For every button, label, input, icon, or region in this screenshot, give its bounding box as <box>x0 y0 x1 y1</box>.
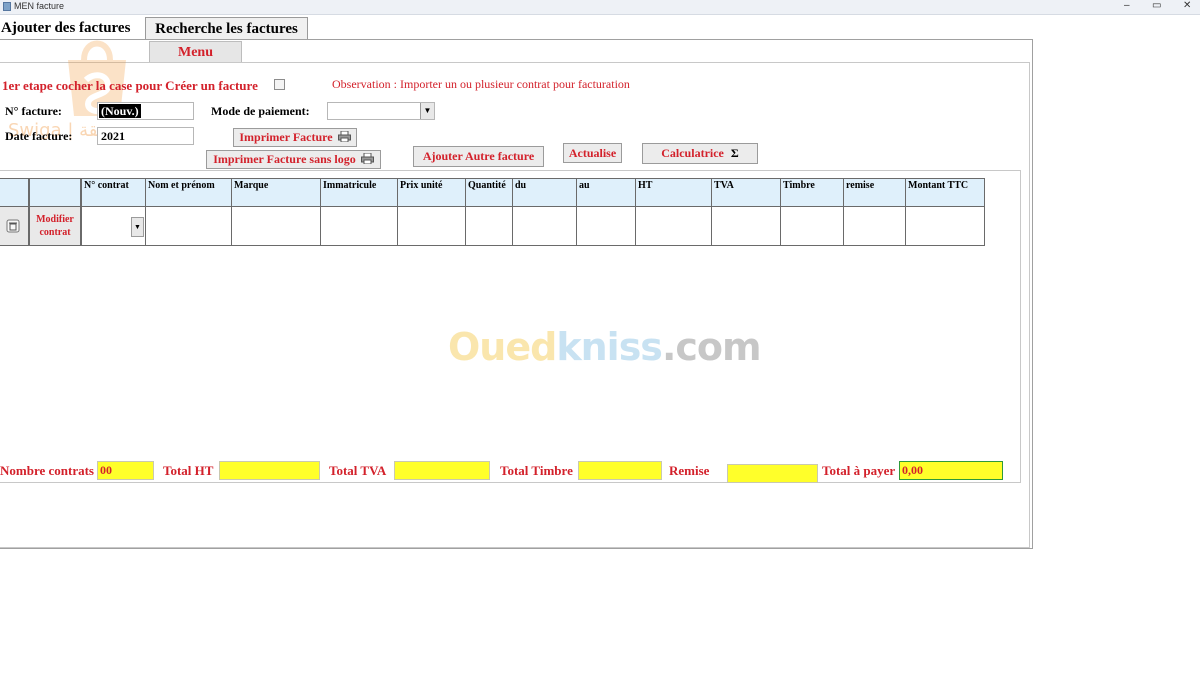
payment-mode-label: Mode de paiement: <box>211 104 310 118</box>
grid-header-blank-2 <box>29 178 81 207</box>
cell-nom[interactable] <box>145 206 232 246</box>
total-timbre-label: Total Timbre <box>500 463 573 478</box>
cell-immatricule[interactable] <box>320 206 398 246</box>
invoice-number-field[interactable]: (Nouv.) <box>97 102 194 120</box>
calculator-button[interactable]: Calculatrice Σ <box>642 143 758 164</box>
cell-quantite[interactable] <box>465 206 513 246</box>
watermark-part-oued: Oued <box>448 325 557 369</box>
contracts-count-field[interactable]: 00 <box>97 461 154 480</box>
step-instruction: 1er etape cocher la case pour Créer un f… <box>2 78 258 93</box>
col-header-timbre: Timbre <box>780 178 844 207</box>
col-header-ht: HT <box>635 178 712 207</box>
print-invoice-button[interactable]: Imprimer Facture <box>233 128 357 147</box>
ouedkniss-watermark: Ouedkniss.com <box>448 325 762 369</box>
refresh-button[interactable]: Actualise <box>563 143 622 163</box>
col-header-contrat: N° contrat <box>81 178 146 207</box>
print-invoice-label: Imprimer Facture <box>239 130 333 144</box>
minimize-button[interactable]: – <box>1124 0 1130 12</box>
close-button[interactable]: ✕ <box>1183 0 1191 12</box>
create-invoice-checkbox[interactable] <box>274 79 285 90</box>
total-timbre-field[interactable] <box>578 461 662 480</box>
col-header-marque: Marque <box>231 178 321 207</box>
col-header-remise: remise <box>843 178 906 207</box>
invoice-date-label: Date facture: <box>5 129 73 143</box>
payment-mode-select[interactable]: ▼ <box>327 102 435 120</box>
window-title: MEN facture <box>14 1 65 11</box>
calculator-label: Calculatrice <box>661 146 724 160</box>
cell-prix[interactable] <box>397 206 466 246</box>
col-header-tva: TVA <box>711 178 781 207</box>
cell-tva[interactable] <box>711 206 781 246</box>
printer-icon <box>337 131 351 142</box>
chevron-down-icon[interactable]: ▼ <box>420 103 434 119</box>
col-header-montant-ttc: Montant TTC <box>905 178 985 207</box>
app-icon <box>3 2 11 11</box>
cell-timbre[interactable] <box>780 206 844 246</box>
observation-text: Observation : Importer un ou plusieur co… <box>332 77 630 91</box>
total-ht-field[interactable] <box>219 461 320 480</box>
grid-header-blank-1 <box>0 178 29 207</box>
tab-recherche-factures[interactable]: Recherche les factures <box>145 17 308 39</box>
invoice-number-label: N° facture: <box>5 104 62 118</box>
cell-marque[interactable] <box>231 206 321 246</box>
print-invoice-nologo-label: Imprimer Facture sans logo <box>213 152 356 166</box>
cell-remise[interactable] <box>843 206 906 246</box>
col-header-prix: Prix unité <box>397 178 466 207</box>
sigma-icon: Σ <box>730 146 739 160</box>
invoice-number-value: (Nouv.) <box>99 104 141 118</box>
menu-tab[interactable]: Menu <box>149 41 242 62</box>
remise-field[interactable] <box>727 464 818 483</box>
col-header-quantite: Quantité <box>465 178 513 207</box>
col-header-du: du <box>512 178 577 207</box>
watermark-part-kniss: kniss <box>556 325 663 369</box>
remise-label: Remise <box>669 463 710 478</box>
maximize-button[interactable]: ▭ <box>1152 0 1161 12</box>
printer-icon <box>360 153 374 164</box>
col-header-au: au <box>576 178 636 207</box>
cell-montant-ttc[interactable] <box>905 206 985 246</box>
add-other-invoice-button[interactable]: Ajouter Autre facture <box>413 146 544 167</box>
cell-ht[interactable] <box>635 206 712 246</box>
trash-icon <box>6 219 20 233</box>
total-tva-field[interactable] <box>394 461 490 480</box>
invoice-date-field[interactable]: 2021 <box>97 127 194 145</box>
total-payer-field[interactable]: 0,00 <box>899 461 1003 480</box>
modify-contract-button[interactable]: Modifier contrat <box>32 209 78 243</box>
chevron-down-icon[interactable]: ▼ <box>131 217 144 237</box>
col-header-nom: Nom et prénom <box>145 178 232 207</box>
total-ht-label: Total HT <box>163 463 214 478</box>
total-payer-label: Total à payer <box>822 463 896 478</box>
cell-du[interactable] <box>512 206 577 246</box>
col-header-immatricule: Immatricule <box>320 178 398 207</box>
contract-select-cell[interactable]: ▼ <box>81 206 146 246</box>
cell-au[interactable] <box>576 206 636 246</box>
total-tva-label: Total TVA <box>329 463 387 478</box>
delete-row-button[interactable] <box>0 206 29 246</box>
print-invoice-nologo-button[interactable]: Imprimer Facture sans logo <box>206 150 381 169</box>
window-title-bar: MEN facture – ▭ ✕ <box>0 0 1200 15</box>
contracts-count-label: Nombre contrats <box>0 463 94 478</box>
modify-contract-cell: Modifier contrat <box>29 206 81 246</box>
watermark-part-com: .com <box>661 325 762 369</box>
